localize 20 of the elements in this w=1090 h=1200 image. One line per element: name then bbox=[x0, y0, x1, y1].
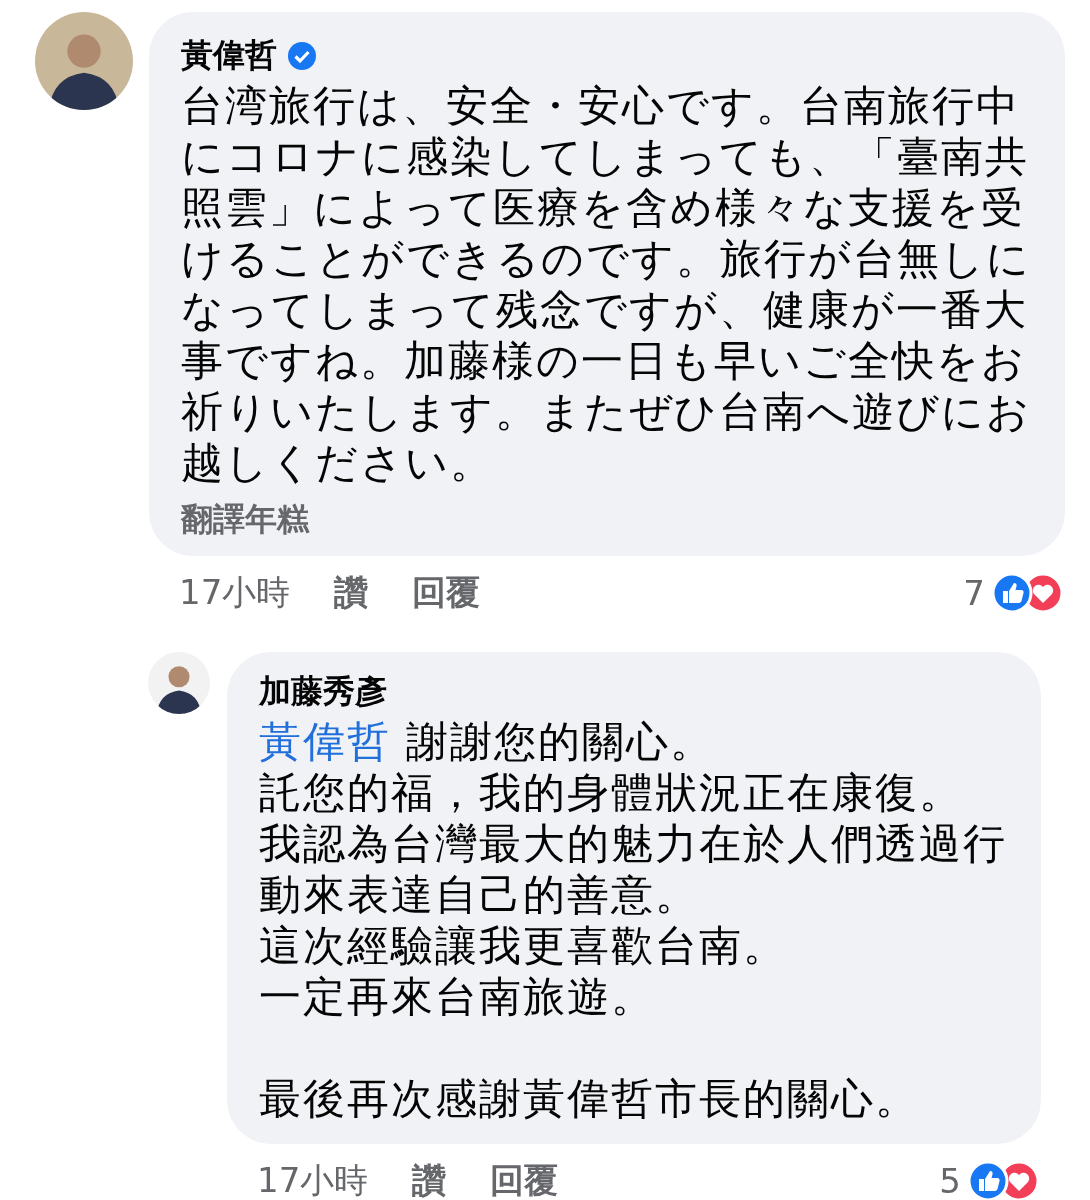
comment-text: 一定再來台南旅遊。 bbox=[259, 971, 656, 1022]
comment-text: 託您的福，我的身體狀況正在康復。 bbox=[259, 767, 964, 818]
reaction-count[interactable]: 5 bbox=[939, 1161, 961, 1200]
reaction-count[interactable]: 7 bbox=[963, 573, 985, 613]
like-link[interactable]: 讚 bbox=[412, 1158, 447, 1200]
comment-text: 台湾旅行は、安全・安心です。台南旅行中にコロナに感染してしまっても、「臺南共照雲」によって医療を含め様々な支援を受けることができるのです。旅行が台無しになってしまって残念ですが、健康が一番大事ですね。加藤様の一日も早いご全快をお祈りいたします。またぜひ台南へ遊びにお越しください。 bbox=[181, 80, 1031, 488]
reply-link[interactable]: 回覆 bbox=[490, 1158, 559, 1200]
mention-link[interactable]: 黃偉哲 bbox=[259, 717, 391, 766]
comment-text: 我認為台灣最大的魅力在於人們透過行動來表達自己的善意。 bbox=[259, 818, 1008, 920]
author-name[interactable]: 黃偉哲 bbox=[181, 34, 277, 78]
translation-link[interactable]: 翻譯年糕 bbox=[181, 498, 309, 542]
author-name[interactable]: 加藤秀彥 bbox=[259, 670, 387, 714]
comment-text: 黃偉哲 謝謝您的關心。 bbox=[259, 716, 716, 767]
comment-time[interactable]: 17小時 bbox=[179, 570, 291, 616]
comment-text: 這次經驗讓我更喜歡台南。 bbox=[259, 920, 788, 971]
verified-badge-icon bbox=[287, 41, 317, 71]
like-link[interactable]: 讚 bbox=[334, 570, 369, 616]
reply-link[interactable]: 回覆 bbox=[412, 570, 481, 616]
comment-text: 最後再次感謝黃偉哲市長的關心。 bbox=[259, 1073, 920, 1124]
comment-time[interactable]: 17小時 bbox=[257, 1158, 369, 1200]
